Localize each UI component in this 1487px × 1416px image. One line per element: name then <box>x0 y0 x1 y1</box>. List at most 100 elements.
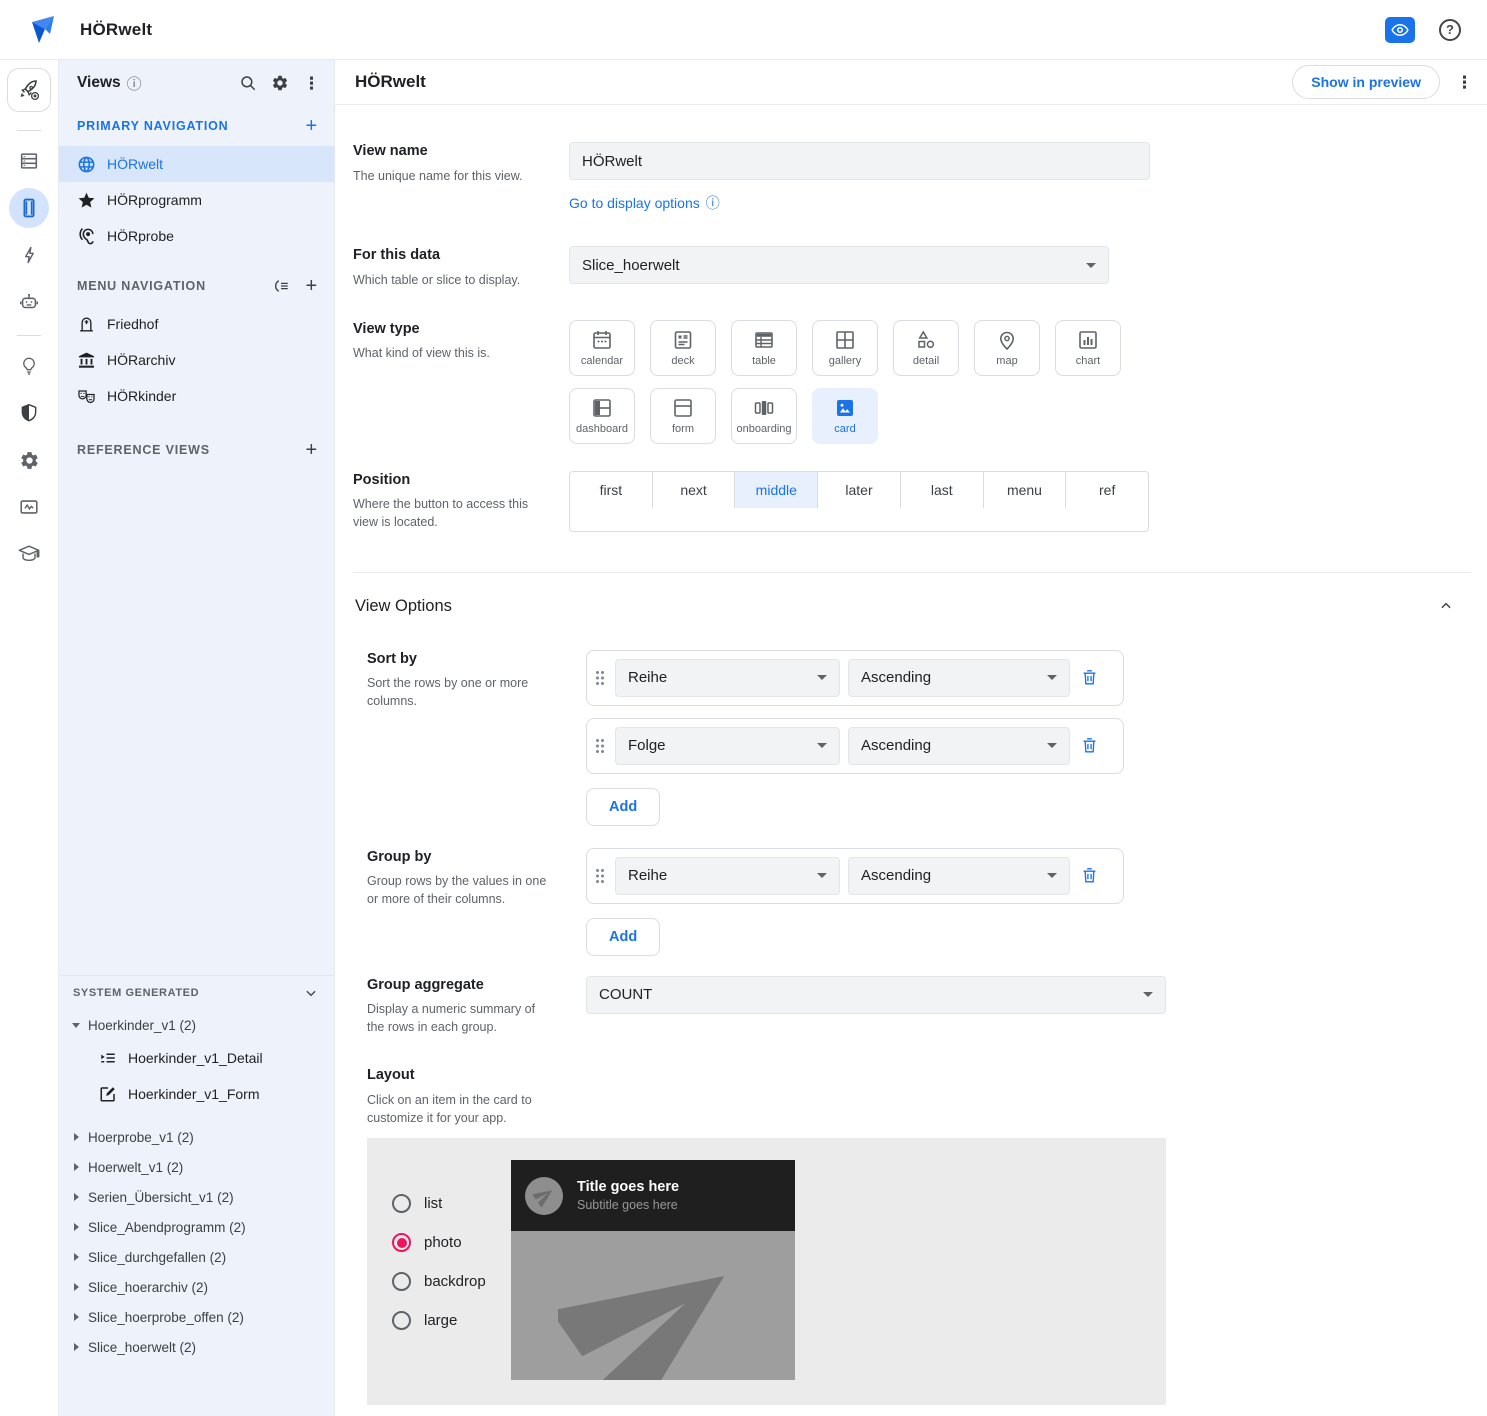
view-type-form[interactable]: form <box>650 387 716 444</box>
rail-intelligence-button[interactable] <box>9 346 49 386</box>
main-panel-header: HÖRwelt Show in preview ⋮ <box>335 60 1487 105</box>
view-type-calendar[interactable]: calendar <box>569 319 635 376</box>
system-group-slice-hoerprobe-offen[interactable]: Slice_hoerprobe_offen (2) <box>59 1302 334 1332</box>
view-type-table[interactable]: table <box>731 319 797 376</box>
data-source-row: For this data Which table or slice to di… <box>353 246 1487 289</box>
card-preview-header[interactable]: Title goes here Subtitle goes here <box>511 1160 795 1232</box>
rail-data-button[interactable] <box>9 141 49 181</box>
card-layout-preview[interactable]: Title goes here Subtitle goes here <box>511 1160 795 1381</box>
reference-views-header: REFERENCE VIEWS + <box>59 430 334 470</box>
tile-label: card <box>834 423 856 436</box>
add-menu-view-button[interactable]: + <box>306 276 318 296</box>
sort-order-dropdown[interactable]: Ascending <box>848 658 1070 697</box>
add-reference-view-button[interactable]: + <box>306 440 318 460</box>
system-item-label: Hoerkinder_v1_Detail <box>128 1050 263 1066</box>
delete-sort-rule-button[interactable] <box>1080 736 1099 755</box>
sidebar-item-hoerwelt[interactable]: HÖRwelt <box>59 146 334 182</box>
sort-column-dropdown[interactable]: Reihe <box>615 658 840 697</box>
view-type-onboarding[interactable]: onboarding <box>731 387 797 444</box>
view-type-chart[interactable]: chart <box>1055 319 1121 376</box>
view-type-card[interactable]: card <box>812 387 878 444</box>
sort-by-row: Sort by Sort the rows by one or more col… <box>367 649 1487 826</box>
system-group-hoerprobe-v1[interactable]: Hoerprobe_v1 (2) <box>59 1122 334 1152</box>
group-column-dropdown[interactable]: Reihe <box>615 856 840 895</box>
system-group-slice-hoerarchiv[interactable]: Slice_hoerarchiv (2) <box>59 1272 334 1302</box>
group-add-button[interactable]: Add <box>586 917 661 956</box>
system-generated-header[interactable]: SYSTEM GENERATED <box>59 976 334 1010</box>
position-next[interactable]: next <box>652 471 736 508</box>
sort-column-dropdown[interactable]: Folge <box>615 726 840 765</box>
position-menu[interactable]: menu <box>983 471 1067 508</box>
drag-handle-icon[interactable] <box>593 738 607 754</box>
reference-views-label: REFERENCE VIEWS <box>77 443 210 457</box>
rail-app-views-button[interactable] <box>9 188 49 228</box>
preview-eye-button[interactable] <box>1385 16 1415 43</box>
system-item-hoerkinder-v1-detail[interactable]: Hoerkinder_v1_Detail <box>59 1040 334 1076</box>
view-type-gallery[interactable]: gallery <box>812 319 878 376</box>
view-type-map[interactable]: map <box>974 319 1040 376</box>
position-first[interactable]: first <box>570 471 653 508</box>
view-type-deck[interactable]: deck <box>650 319 716 376</box>
tile-label: dashboard <box>576 423 628 436</box>
sidebar-item-hoerprogramm[interactable]: HÖRprogramm <box>59 182 334 218</box>
rail-settings-button[interactable] <box>9 440 49 480</box>
views-info-icon[interactable]: ⓘ <box>127 73 142 94</box>
card-avatar[interactable] <box>525 1176 563 1215</box>
system-group-serien-uebersicht-v1[interactable]: Serien_Übersicht_v1 (2) <box>59 1182 334 1212</box>
rail-security-button[interactable] <box>9 393 49 433</box>
card-preview-image[interactable] <box>511 1231 795 1381</box>
position-middle[interactable]: middle <box>735 471 819 508</box>
sort-order-dropdown[interactable]: Ascending <box>848 726 1070 765</box>
sidebar-item-hoerarchiv[interactable]: HÖRarchiv <box>59 342 334 378</box>
card-preview-subtitle[interactable]: Subtitle goes here <box>577 1198 679 1212</box>
gear-icon <box>20 451 38 469</box>
deploy-rocket-button[interactable] <box>7 68 51 112</box>
rail-chatbot-button[interactable] <box>9 282 49 322</box>
data-source-dropdown[interactable]: Slice_hoerwelt <box>569 246 1109 284</box>
system-group-slice-hoerwelt[interactable]: Slice_hoerwelt (2) <box>59 1332 334 1362</box>
views-settings-button[interactable] <box>271 74 289 92</box>
go-to-display-options-link[interactable]: Go to display options ⓘ <box>569 193 1150 213</box>
delete-sort-rule-button[interactable] <box>1080 668 1099 687</box>
group-order-dropdown[interactable]: Ascending <box>848 856 1070 895</box>
system-group-slice-durchgefallen[interactable]: Slice_durchgefallen (2) <box>59 1242 334 1272</box>
view-type-dashboard[interactable]: dashboard <box>569 387 635 444</box>
chevron-up-icon[interactable] <box>1439 599 1453 613</box>
layout-option-photo[interactable]: photo <box>392 1233 511 1253</box>
system-item-hoerkinder-v1-form[interactable]: Hoerkinder_v1_Form <box>59 1076 334 1112</box>
card-preview-title[interactable]: Title goes here <box>577 1179 679 1195</box>
position-later[interactable]: later <box>818 471 901 508</box>
help-button[interactable]: ? <box>1439 18 1461 41</box>
rail-automation-button[interactable] <box>9 235 49 275</box>
layout-option-large[interactable]: large <box>392 1311 511 1331</box>
rail-learn-button[interactable] <box>9 534 49 574</box>
sidebar-item-friedhof[interactable]: Friedhof <box>59 306 334 342</box>
main-more-button[interactable]: ⋮ <box>1456 74 1473 91</box>
menu-navigation-label: MENU NAVIGATION <box>77 279 206 293</box>
system-group-hoerwelt-v1[interactable]: Hoerwelt_v1 (2) <box>59 1152 334 1182</box>
position-ref[interactable]: ref <box>1066 471 1148 508</box>
views-more-button[interactable]: ⋮ <box>303 75 320 92</box>
sidebar-item-hoerkinder[interactable]: HÖRkinder <box>59 378 334 414</box>
drag-handle-icon[interactable] <box>593 670 607 686</box>
system-group-slice-abendprogramm[interactable]: Slice_Abendprogramm (2) <box>59 1212 334 1242</box>
drag-handle-icon[interactable] <box>593 868 607 884</box>
sidebar-item-hoerprobe[interactable]: HÖRprobe <box>59 218 334 254</box>
menu-nav-expand-button[interactable] <box>272 277 290 295</box>
system-group-hoerkinder-v1[interactable]: Hoerkinder_v1 (2) <box>59 1010 334 1040</box>
rail-monitor-button[interactable] <box>9 487 49 527</box>
group-aggregate-dropdown[interactable]: COUNT <box>586 975 1166 1014</box>
add-primary-view-button[interactable]: + <box>306 116 318 136</box>
position-last[interactable]: last <box>900 471 984 508</box>
layout-option-backdrop[interactable]: backdrop <box>392 1272 511 1292</box>
view-name-input[interactable] <box>569 142 1150 180</box>
sort-add-button[interactable]: Add <box>586 787 661 826</box>
system-group-label: Hoerwelt_v1 (2) <box>88 1159 184 1175</box>
views-search-button[interactable] <box>239 74 257 92</box>
view-type-help: What kind of view this is. <box>353 346 490 361</box>
show-in-preview-button[interactable]: Show in preview <box>1292 65 1440 99</box>
view-type-detail[interactable]: detail <box>893 319 959 376</box>
primary-navigation-label: PRIMARY NAVIGATION <box>77 119 229 133</box>
delete-group-rule-button[interactable] <box>1080 866 1099 885</box>
layout-option-list[interactable]: list <box>392 1194 511 1214</box>
